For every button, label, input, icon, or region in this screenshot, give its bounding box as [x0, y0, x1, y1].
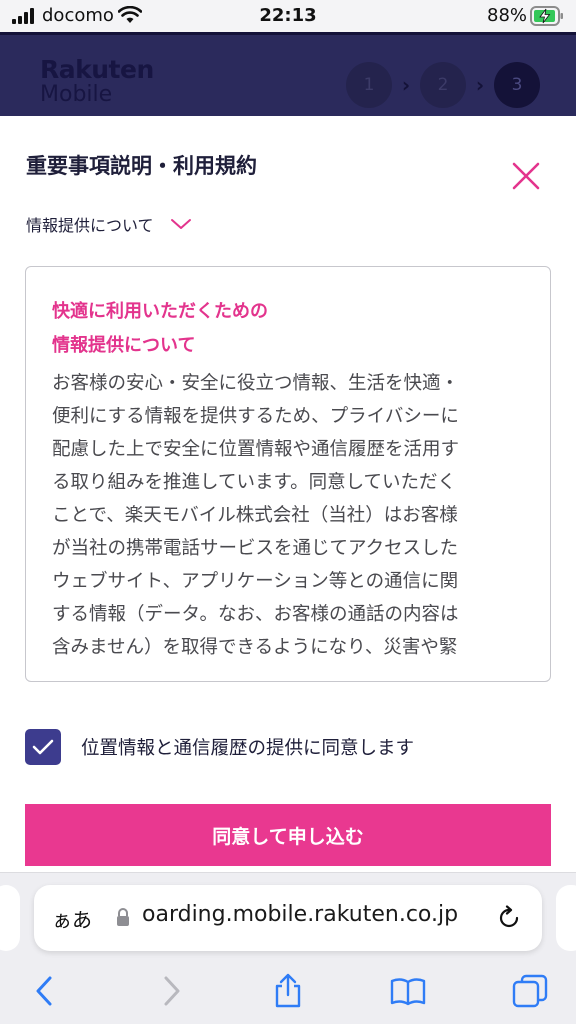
- bookmarks-icon[interactable]: [390, 973, 426, 1009]
- reload-icon[interactable]: [496, 905, 522, 931]
- battery-charging-icon: [530, 6, 563, 26]
- rakuten-mobile-logo: Rakuten Mobile: [40, 57, 154, 106]
- text-size-button[interactable]: ぁあ: [52, 904, 92, 933]
- terms-body: お客様の安心・安全に役立つ情報、生活を快適・ 便利にする情報を提供するため、プラ…: [52, 367, 528, 664]
- modal-title: 重要事項説明・利用規約: [26, 154, 257, 178]
- terms-line: る取り組みを推進しています。同意していただく: [52, 472, 457, 493]
- consent-checkbox-row[interactable]: 位置情報と通信履歴の提供に同意します: [25, 729, 414, 765]
- lock-icon: [117, 908, 129, 926]
- previous-tab-preview[interactable]: [0, 885, 20, 951]
- step-2: 2: [420, 62, 466, 108]
- terms-line: ウェブサイト、アプリケーション等との通信に関: [52, 571, 459, 592]
- terms-line: お客様の安心・安全に役立つ情報、生活を快適・: [52, 373, 460, 394]
- chevron-right-icon: ›: [475, 73, 485, 97]
- terms-line: 含みません）を取得できるようになり、災害や緊: [52, 637, 458, 658]
- terms-line: ことで、楽天モバイル株式会社（当社）はお客様: [52, 505, 458, 526]
- terms-line: が当社の携帯電話サービスを通じてアクセスした: [52, 538, 459, 559]
- chevron-down-icon: [170, 219, 191, 229]
- browser-toolbar: [0, 969, 576, 1013]
- logo-rakuten: Rakuten: [40, 55, 154, 84]
- terms-scroll-box[interactable]: 快適に利用いただくための 情報提供について お客様の安心・安全に役立つ情報、生活…: [25, 266, 551, 682]
- url-text[interactable]: oarding.mobile.rakuten.co.jp: [142, 902, 486, 927]
- terms-line: する情報（データ。なお、お客様の通話の内容は: [52, 604, 459, 625]
- consent-label: 位置情報と通信履歴の提供に同意します: [81, 738, 415, 759]
- consent-checkbox[interactable]: [25, 729, 61, 765]
- terms-heading-line: 快適に利用いただくための: [52, 301, 268, 322]
- app-header: Rakuten Mobile 1 › 2 › 3: [0, 32, 576, 116]
- terms-line: 配慮した上で安全に位置情報や通信履歴を活用す: [52, 439, 460, 460]
- progress-steps: 1 › 2 › 3: [346, 62, 540, 108]
- share-icon[interactable]: [270, 973, 306, 1009]
- section-dropdown[interactable]: 情報提供について: [26, 212, 192, 236]
- logo-mobile: Mobile: [40, 82, 113, 107]
- chevron-right-icon: ›: [401, 73, 411, 97]
- step-1: 1: [346, 62, 392, 108]
- section-label: 情報提供について: [26, 216, 154, 235]
- status-bar: docomo 22:13 88%: [0, 0, 576, 32]
- close-icon[interactable]: [510, 160, 542, 192]
- back-icon[interactable]: [28, 973, 64, 1009]
- step-3: 3: [494, 62, 540, 108]
- agree-and-apply-button[interactable]: 同意して申し込む: [25, 804, 551, 866]
- terms-line: 便利にする情報を提供するため、プライバシーに: [52, 406, 459, 427]
- browser-bottom-bar: ぁあ oarding.mobile.rakuten.co.jp: [0, 872, 576, 1024]
- battery-percent: 88%: [487, 5, 528, 26]
- terms-heading-line: 情報提供について: [52, 335, 196, 356]
- forward-icon[interactable]: [152, 973, 188, 1009]
- next-tab-preview[interactable]: [556, 885, 576, 951]
- terms-heading: 快適に利用いただくための 情報提供について: [52, 295, 268, 363]
- address-bar[interactable]: ぁあ oarding.mobile.rakuten.co.jp: [34, 885, 542, 951]
- checkmark-icon: [32, 739, 54, 755]
- tabs-icon[interactable]: [512, 973, 548, 1009]
